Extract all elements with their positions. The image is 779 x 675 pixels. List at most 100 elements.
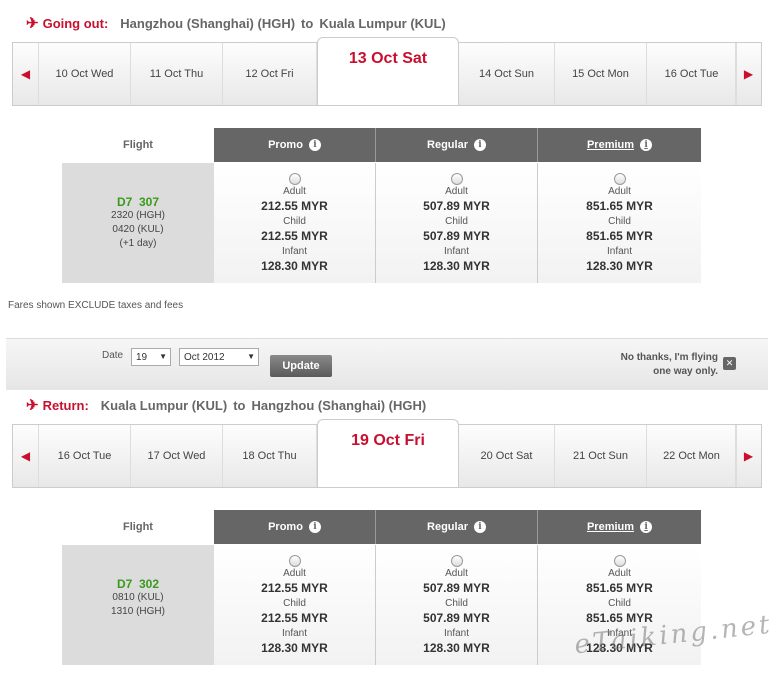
regular-header: Regular i — [376, 128, 538, 162]
premium-header[interactable]: Premium i — [538, 510, 701, 544]
info-icon[interactable]: i — [473, 139, 486, 151]
info-icon[interactable]: i — [308, 139, 321, 151]
outbound-flight-info: D7 307 2320 (HGH) 0420 (KUL) (+1 day) — [62, 163, 214, 283]
outbound-date-tab-selected[interactable]: 13 Oct Sat — [317, 37, 459, 105]
outbound-date-tab[interactable]: 15 Oct Mon — [555, 43, 647, 105]
child-label: Child — [283, 216, 306, 227]
prev-dates-arrow-icon[interactable]: ◀ — [13, 43, 39, 105]
return-date-tab-selected[interactable]: 19 Oct Fri — [317, 419, 459, 487]
return-origin: Kuala Lumpur (KUL) — [100, 397, 228, 413]
outbound-to-word: to — [301, 15, 314, 31]
return-date-carousel: ◀ 16 Oct Tue 17 Oct Wed 18 Oct Thu 19 Oc… — [12, 419, 762, 488]
prev-dates-arrow-icon[interactable]: ◀ — [13, 425, 39, 487]
return-date-tab[interactable]: 21 Oct Sun — [555, 425, 647, 487]
return-date-tab[interactable]: 16 Oct Tue — [39, 425, 131, 487]
infant-label: Infant — [606, 246, 633, 257]
next-dates-arrow-icon[interactable]: ▶ — [735, 43, 761, 105]
day-offset: (+1 day) — [119, 238, 157, 249]
update-button[interactable]: Update — [270, 355, 332, 377]
close-icon[interactable]: ✕ — [723, 357, 736, 370]
outbound-date-carousel: ◀ 10 Oct Wed 11 Oct Thu 12 Oct Fri 13 Oc… — [12, 37, 762, 106]
return-label: Return: — [42, 397, 89, 413]
promo-fare-radio[interactable] — [288, 173, 301, 185]
flight-column-header: Flight — [123, 139, 153, 151]
next-dates-arrow-icon[interactable]: ▶ — [735, 425, 761, 487]
return-header: ✈ Return: Kuala Lumpur (KUL) to Hangzhou… — [26, 394, 426, 416]
adult-price: 507.89 MYR — [423, 581, 490, 595]
day-select[interactable]: 19 ▼ — [131, 348, 171, 366]
adult-label: Adult — [445, 568, 468, 579]
arrival-time: 0420 (KUL) — [112, 224, 164, 235]
infant-price: 128.30 MYR — [261, 259, 328, 273]
child-label: Child — [445, 216, 468, 227]
promo-fare-cell: Adult 212.55 MYR Child 212.55 MYR Infant… — [214, 163, 376, 283]
regular-fare-radio[interactable] — [450, 173, 463, 185]
adult-label: Adult — [283, 186, 306, 197]
fare-note: Fares shown EXCLUDE taxes and fees — [8, 300, 184, 311]
premium-link[interactable]: Premium — [587, 521, 634, 533]
adult-label: Adult — [608, 568, 631, 579]
flight-number: D7 302 — [116, 577, 160, 591]
child-price: 507.89 MYR — [423, 229, 490, 243]
infant-label: Infant — [443, 628, 470, 639]
outbound-date-tab[interactable]: 16 Oct Tue — [647, 43, 737, 105]
plane-depart-icon: ✈ — [26, 15, 39, 32]
info-icon[interactable]: i — [640, 521, 653, 533]
promo-header: Promo i — [214, 510, 376, 544]
infant-price: 128.30 MYR — [261, 641, 328, 655]
info-icon[interactable]: i — [473, 521, 486, 533]
premium-link[interactable]: Premium — [587, 139, 634, 151]
info-icon[interactable]: i — [640, 139, 653, 151]
adult-price: 851.65 MYR — [586, 581, 653, 595]
outbound-destination: Kuala Lumpur (KUL) — [319, 15, 446, 31]
one-way-link[interactable]: No thanks, I'm flying one way only. — [621, 351, 718, 379]
plane-return-icon: ✈ — [26, 397, 39, 414]
regular-fare-radio[interactable] — [450, 555, 463, 567]
return-destination: Hangzhou (Shanghai) (HGH) — [251, 397, 427, 413]
promo-header: Promo i — [214, 128, 376, 162]
flight-number: D7 307 — [116, 195, 160, 209]
info-icon[interactable]: i — [308, 521, 321, 533]
outbound-date-tab[interactable]: 10 Oct Wed — [39, 43, 131, 105]
outbound-date-tab[interactable]: 14 Oct Sun — [459, 43, 555, 105]
return-to-word: to — [233, 397, 246, 413]
adult-price: 212.55 MYR — [261, 581, 328, 595]
arrival-time: 1310 (HGH) — [111, 606, 165, 617]
infant-price: 128.30 MYR — [586, 259, 653, 273]
regular-fare-cell: Adult 507.89 MYR Child 507.89 MYR Infant… — [376, 545, 538, 665]
child-price: 212.55 MYR — [261, 229, 328, 243]
return-flight-info: D7 302 0810 (KUL) 1310 (HGH) — [62, 545, 214, 665]
promo-fare-radio[interactable] — [288, 555, 301, 567]
outbound-date-tab[interactable]: 11 Oct Thu — [131, 43, 223, 105]
adult-price: 851.65 MYR — [586, 199, 653, 213]
infant-price: 128.30 MYR — [423, 259, 490, 273]
premium-fare-radio[interactable] — [613, 555, 626, 567]
infant-label: Infant — [443, 246, 470, 257]
premium-fare-cell: Adult 851.65 MYR Child 851.65 MYR Infant… — [538, 163, 701, 283]
month-select[interactable]: Oct 2012 ▼ — [179, 348, 259, 366]
flight-column-header: Flight — [123, 521, 153, 533]
child-price: 851.65 MYR — [586, 229, 653, 243]
outbound-date-tab[interactable]: 12 Oct Fri — [223, 43, 317, 105]
child-price: 507.89 MYR — [423, 611, 490, 625]
return-date-tab[interactable]: 20 Oct Sat — [459, 425, 555, 487]
promo-fare-cell: Adult 212.55 MYR Child 212.55 MYR Infant… — [214, 545, 376, 665]
outbound-header: ✈ Going out: Hangzhou (Shanghai) (HGH) t… — [26, 12, 446, 34]
return-date-tab[interactable]: 22 Oct Mon — [647, 425, 737, 487]
outbound-origin: Hangzhou (Shanghai) (HGH) — [120, 15, 296, 31]
departure-time: 0810 (KUL) — [112, 592, 164, 603]
adult-label: Adult — [608, 186, 631, 197]
return-date-tab[interactable]: 17 Oct Wed — [131, 425, 223, 487]
child-price: 212.55 MYR — [261, 611, 328, 625]
return-date-tab[interactable]: 18 Oct Thu — [223, 425, 317, 487]
regular-fare-cell: Adult 507.89 MYR Child 507.89 MYR Infant… — [376, 163, 538, 283]
adult-label: Adult — [283, 568, 306, 579]
premium-fare-radio[interactable] — [613, 173, 626, 185]
child-label: Child — [283, 598, 306, 609]
child-label: Child — [445, 598, 468, 609]
date-label: Date — [102, 350, 124, 361]
departure-time: 2320 (HGH) — [111, 210, 165, 221]
infant-price: 128.30 MYR — [423, 641, 490, 655]
premium-header[interactable]: Premium i — [538, 128, 701, 162]
chevron-down-icon: ▼ — [247, 352, 255, 361]
